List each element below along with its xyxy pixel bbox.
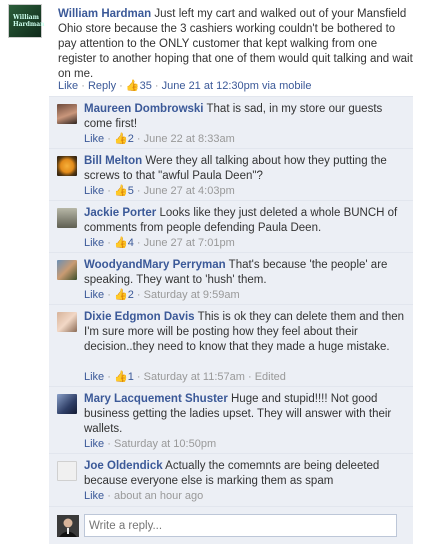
separator: · [136, 371, 141, 383]
comment-author[interactable]: Bill Melton [84, 155, 142, 167]
comment-content: Maureen Dombrowski That is sad, in my st… [84, 102, 406, 132]
separator: · [136, 133, 141, 145]
post-like-count[interactable]: 35 [140, 80, 152, 92]
separator: · [154, 80, 159, 92]
separator: · [107, 371, 111, 383]
separator: · [107, 490, 111, 502]
comment-timestamp[interactable]: June 27 at 7:01pm [144, 237, 235, 249]
comment-meta: Like · Saturday at 10:50pm [84, 437, 216, 452]
comment: WoodyandMary Perryman That's because 'th… [49, 252, 413, 304]
comment-author[interactable]: Jackie Porter [84, 207, 156, 219]
avatar-logo-text: William Hardman [13, 14, 45, 28]
separator: · [107, 237, 111, 249]
comment-like-count[interactable]: 1 [128, 371, 134, 383]
comment-timestamp[interactable]: June 27 at 4:03pm [144, 185, 235, 197]
comment-timestamp[interactable]: Saturday at 11:57am [144, 371, 245, 383]
post-timestamp[interactable]: June 21 at 12:30pm via mobile [162, 80, 312, 92]
separator: · [247, 371, 252, 383]
post: William Hardman William Hardman Just lef… [0, 0, 422, 96]
comment-like-button[interactable]: Like [84, 133, 104, 145]
comment-like-count[interactable]: 4 [128, 237, 134, 249]
comment-meta: Like · 👍2 · Saturday at 9:59am [84, 288, 240, 303]
comment-like-count[interactable]: 5 [128, 185, 134, 197]
comment-thread: Maureen Dombrowski That is sad, in my st… [49, 96, 413, 544]
comment-author[interactable]: WoodyandMary Perryman [84, 259, 226, 271]
reply-box-row [49, 506, 413, 544]
reply-input[interactable] [84, 514, 397, 537]
comment-like-count[interactable]: 2 [128, 289, 134, 301]
post-author-name[interactable]: William Hardman [58, 8, 151, 20]
comment-content: Mary Lacquement Shuster Huge and stupid!… [84, 392, 406, 437]
post-author-avatar[interactable]: William Hardman [8, 4, 45, 38]
comment-avatar[interactable] [57, 156, 77, 176]
comment-content: Bill Melton Were they all talking about … [84, 154, 406, 184]
comment-meta: Like · 👍4 · June 27 at 7:01pm [84, 236, 235, 251]
comment: Jackie Porter Looks like they just delet… [49, 200, 413, 252]
comment-like-button[interactable]: Like [84, 237, 104, 249]
comment-timestamp[interactable]: about an hour ago [114, 490, 203, 502]
comment-timestamp[interactable]: June 22 at 8:33am [144, 133, 235, 145]
comment: Bill Melton Were they all talking about … [49, 148, 413, 200]
comment-avatar[interactable] [57, 394, 77, 414]
comment-like-button[interactable]: Like [84, 438, 104, 450]
thumbs-up-icon[interactable]: 👍 [114, 236, 128, 251]
comment-meta: Like · about an hour ago [84, 489, 203, 504]
comment-content: Dixie Edgmon Davis This is ok they can d… [84, 310, 406, 355]
separator: · [107, 185, 111, 197]
comment-avatar[interactable] [57, 260, 77, 280]
current-user-avatar [57, 515, 79, 537]
comment-author[interactable]: Dixie Edgmon Davis [84, 311, 195, 323]
separator: · [107, 438, 111, 450]
separator: · [119, 80, 123, 92]
comment-content: WoodyandMary Perryman That's because 'th… [84, 258, 406, 288]
separator: · [107, 289, 111, 301]
comment-content: Joe Oldendick Actually the comemnts are … [84, 459, 406, 489]
comment-like-button[interactable]: Like [84, 371, 104, 383]
comment-author[interactable]: Maureen Dombrowski [84, 103, 204, 115]
separator: · [136, 185, 141, 197]
comment-edited-label[interactable]: Edited [255, 371, 286, 383]
comment-like-count[interactable]: 2 [128, 133, 134, 145]
thumbs-up-icon[interactable]: 👍 [114, 370, 128, 385]
comment-timestamp[interactable]: Saturday at 10:50pm [114, 438, 216, 450]
thumbs-up-icon[interactable]: 👍 [114, 288, 128, 303]
post-reply-button[interactable]: Reply [88, 80, 116, 92]
comment: Maureen Dombrowski That is sad, in my st… [49, 96, 413, 148]
comment-content: Jackie Porter Looks like they just delet… [84, 206, 406, 236]
separator: · [81, 80, 85, 92]
comment-timestamp[interactable]: Saturday at 9:59am [144, 289, 240, 301]
separator: · [136, 289, 141, 301]
user-silhouette-icon [57, 515, 79, 537]
comment-author[interactable]: Mary Lacquement Shuster [84, 393, 228, 405]
post-like-button[interactable]: Like [58, 80, 78, 92]
comment-avatar[interactable] [57, 461, 77, 481]
post-meta: Like · Reply · 👍35 · June 21 at 12:30pm … [58, 79, 311, 94]
comment-meta: Like · 👍2 · June 22 at 8:33am [84, 132, 235, 147]
post-content: William Hardman Just left my cart and wa… [58, 7, 414, 82]
comment-avatar[interactable] [57, 208, 77, 228]
thumbs-up-icon[interactable]: 👍 [126, 79, 140, 94]
comment-meta: Like · 👍1 · Saturday at 11:57am · Edited [84, 370, 286, 385]
comment-meta: Like · 👍5 · June 27 at 4:03pm [84, 184, 235, 199]
separator: · [136, 237, 141, 249]
thumbs-up-icon[interactable]: 👍 [114, 184, 128, 199]
comment-like-button[interactable]: Like [84, 490, 104, 502]
comment-like-button[interactable]: Like [84, 185, 104, 197]
thumbs-up-icon[interactable]: 👍 [114, 132, 128, 147]
comment-author[interactable]: Joe Oldendick [84, 460, 163, 472]
comment-avatar[interactable] [57, 104, 77, 124]
separator: · [107, 133, 111, 145]
comment-avatar[interactable] [57, 312, 77, 332]
comment: Joe Oldendick Actually the comemnts are … [49, 453, 413, 506]
comment: Mary Lacquement Shuster Huge and stupid!… [49, 386, 413, 453]
comment: Dixie Edgmon Davis This is ok they can d… [49, 304, 413, 386]
comment-like-button[interactable]: Like [84, 289, 104, 301]
